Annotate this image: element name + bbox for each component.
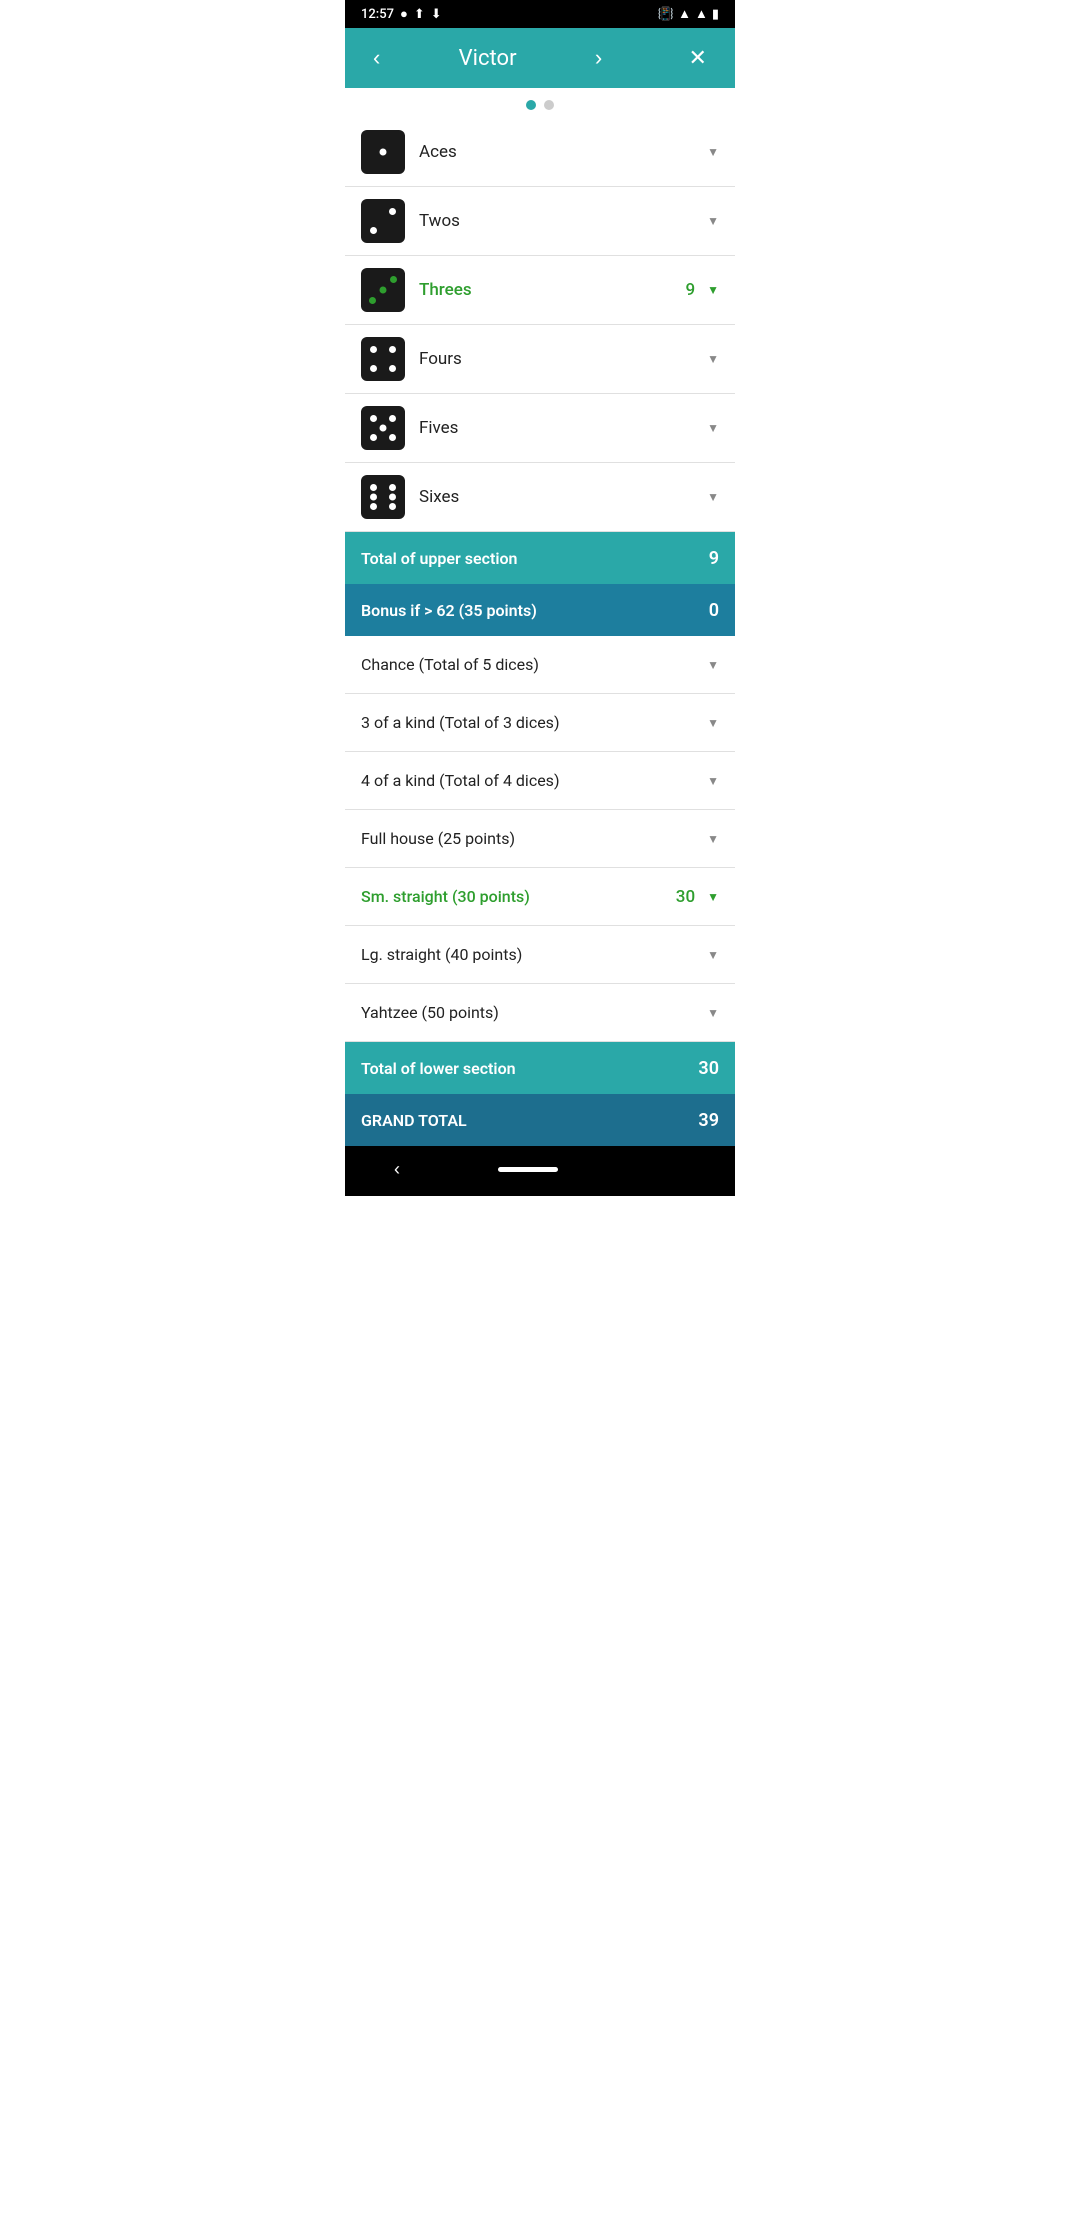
page-dot-2 [544,100,554,110]
chance-row[interactable]: Chance (Total of 5 dices) ▼ [345,636,735,694]
page-title: Victor [459,46,517,71]
twos-label: Twos [419,211,703,231]
page-dot-1 [526,100,536,110]
lower-total-label: Total of lower section [361,1059,516,1078]
close-button[interactable]: ✕ [681,39,715,77]
status-bar: 12:57 ● ⬆ ⬇ 📳 ▲ ▲ ▮ [345,0,735,28]
lower-total-value: 30 [698,1058,719,1079]
three-kind-label: 3 of a kind (Total of 3 dices) [361,713,703,732]
bottom-nav: ‹ [345,1146,735,1196]
fives-label: Fives [419,418,703,438]
vibrate-icon: 📳 [658,7,674,22]
upper-total-label: Total of upper section [361,549,517,568]
yahtzee-label: Yahtzee (50 points) [361,1003,703,1022]
fives-dropdown[interactable]: ▼ [707,421,719,435]
bonus-label: Bonus if > 62 (35 points) [361,601,537,620]
grand-total-value: 39 [698,1110,719,1131]
aces-dropdown[interactable]: ▼ [707,145,719,159]
sixes-dropdown[interactable]: ▼ [707,490,719,504]
bonus-row: Bonus if > 62 (35 points) 0 [345,584,735,636]
aces-row[interactable]: Aces ▼ [345,118,735,187]
status-time: 12:57 ● ⬆ ⬇ [361,6,442,22]
signal-icon: ▲ [695,6,708,22]
sixes-row[interactable]: Sixes ▼ [345,463,735,532]
upload-icon: ⬆ [414,7,425,22]
aces-label: Aces [419,142,703,162]
grand-total-row: GRAND TOTAL 39 [345,1094,735,1146]
fours-dropdown[interactable]: ▼ [707,352,719,366]
forward-button[interactable]: › [587,39,610,77]
bonus-value: 0 [709,600,719,621]
page-indicators [345,88,735,118]
fives-row[interactable]: Fives ▼ [345,394,735,463]
threes-row[interactable]: Threes 9 ▼ [345,256,735,325]
whatsapp-icon: ● [400,6,408,22]
twos-row[interactable]: Twos ▼ [345,187,735,256]
fours-row[interactable]: Fours ▼ [345,325,735,394]
three-kind-dropdown[interactable]: ▼ [707,716,719,730]
lg-straight-row[interactable]: Lg. straight (40 points) ▼ [345,926,735,984]
sm-straight-label: Sm. straight (30 points) [361,887,676,906]
battery-icon: ▮ [712,7,719,22]
upper-total-row: Total of upper section 9 [345,532,735,584]
dice-3-icon [361,268,405,312]
threes-score: 9 [685,280,695,300]
download-icon: ⬇ [431,7,442,22]
upper-section: Aces ▼ Twos ▼ Threes 9 ▼ [345,118,735,636]
yahtzee-row[interactable]: Yahtzee (50 points) ▼ [345,984,735,1042]
sm-straight-score: 30 [676,887,695,907]
sixes-label: Sixes [419,487,703,507]
grand-total-label: GRAND TOTAL [361,1111,467,1130]
lg-straight-dropdown[interactable]: ▼ [707,948,719,962]
dice-5-icon [361,406,405,450]
fours-label: Fours [419,349,703,369]
status-icons: 📳 ▲ ▲ ▮ [658,6,719,22]
dice-4-icon [361,337,405,381]
back-button[interactable]: ‹ [365,39,388,77]
home-pill[interactable] [498,1167,558,1172]
four-kind-row[interactable]: 4 of a kind (Total of 4 dices) ▼ [345,752,735,810]
sm-straight-row[interactable]: Sm. straight (30 points) 30 ▼ [345,868,735,926]
four-kind-label: 4 of a kind (Total of 4 dices) [361,771,703,790]
four-kind-dropdown[interactable]: ▼ [707,774,719,788]
yahtzee-dropdown[interactable]: ▼ [707,1006,719,1020]
chance-label: Chance (Total of 5 dices) [361,655,703,674]
dice-2-icon [361,199,405,243]
lg-straight-label: Lg. straight (40 points) [361,945,703,964]
lower-total-row: Total of lower section 30 [345,1042,735,1094]
threes-label: Threes [419,280,685,300]
full-house-dropdown[interactable]: ▼ [707,832,719,846]
chance-dropdown[interactable]: ▼ [707,658,719,672]
header: ‹ Victor › ✕ [345,28,735,88]
threes-dropdown[interactable]: ▼ [707,283,719,297]
upper-total-value: 9 [709,548,719,569]
nav-back-button[interactable]: ‹ [394,1159,400,1180]
full-house-row[interactable]: Full house (25 points) ▼ [345,810,735,868]
dice-1-icon [361,130,405,174]
twos-dropdown[interactable]: ▼ [707,214,719,228]
wifi-icon: ▲ [678,6,691,22]
three-kind-row[interactable]: 3 of a kind (Total of 3 dices) ▼ [345,694,735,752]
full-house-label: Full house (25 points) [361,829,703,848]
sm-straight-dropdown[interactable]: ▼ [707,890,719,904]
dice-6-icon [361,475,405,519]
lower-section: Chance (Total of 5 dices) ▼ 3 of a kind … [345,636,735,1146]
